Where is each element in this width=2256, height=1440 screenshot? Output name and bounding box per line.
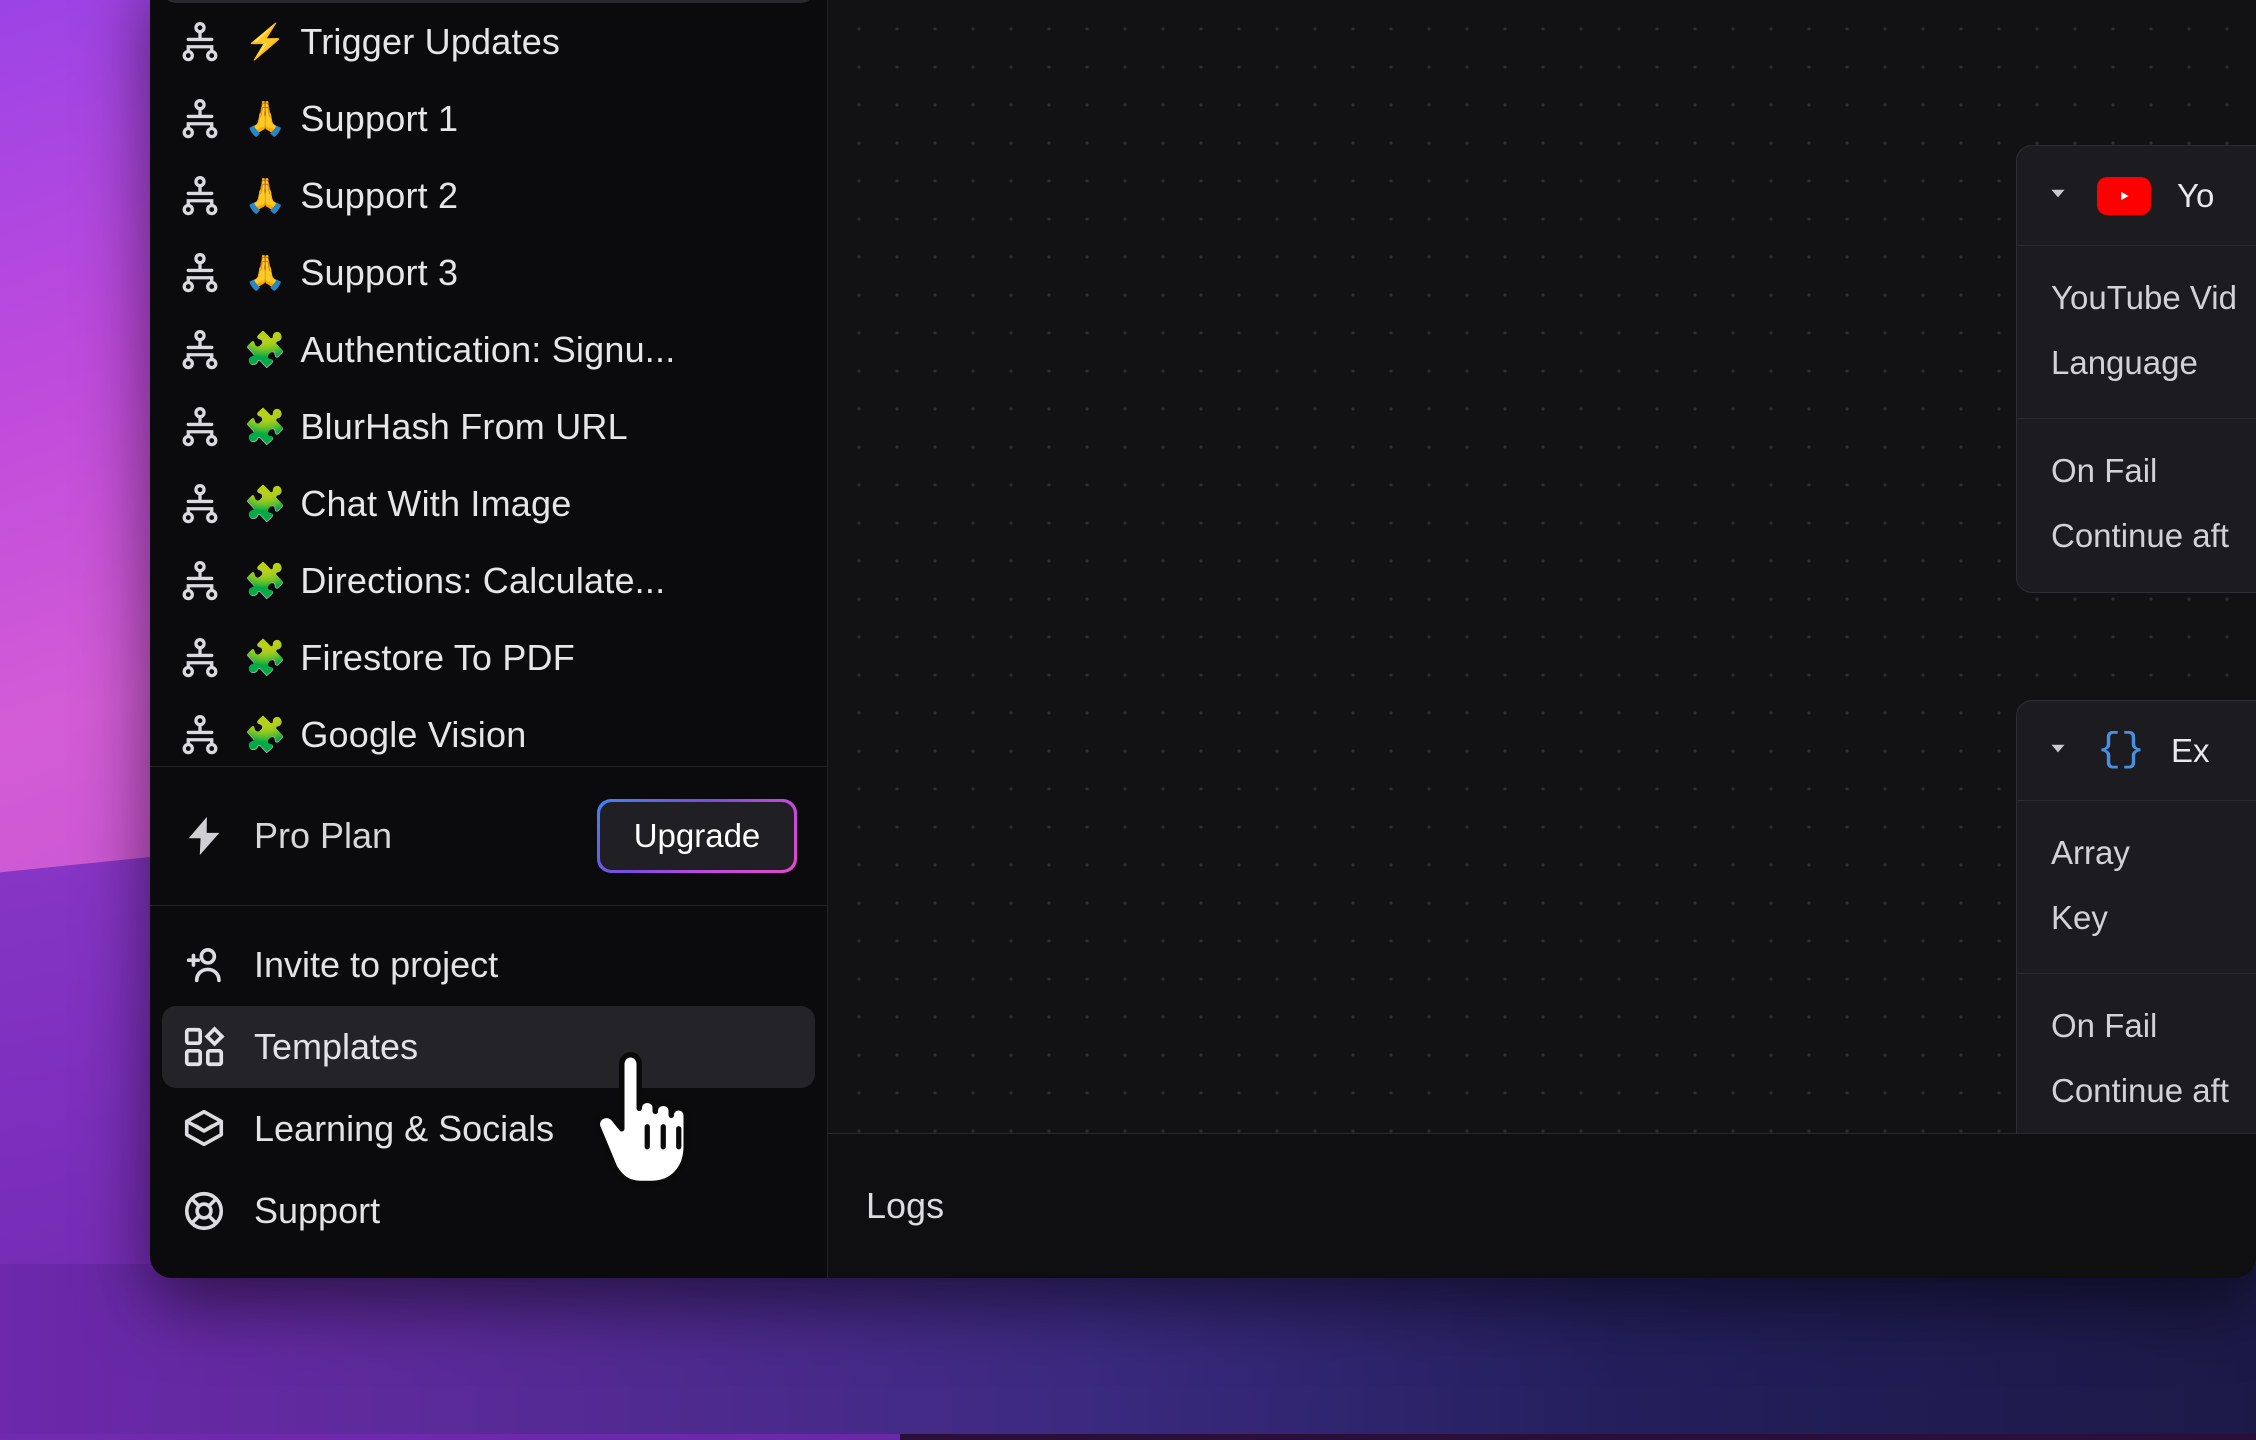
workflow-item-label: BlurHash From URL [300,406,627,448]
sidebar-item-label: Learning & Socials [254,1108,554,1150]
canvas-area: On Fail Continue aft Yo YouTube Vid Lan [828,0,2256,1278]
node-row: YouTube Vid [2051,272,2256,323]
sidebar-item-support[interactable]: Support [162,1170,815,1252]
node-row: Key [2051,892,2256,943]
sidebar-item-label: Templates [254,1026,418,1068]
workflow-emoji-icon: 🙏 [244,256,286,290]
workflow-node-icon [178,713,222,757]
workflow-item-label: Support 3 [300,252,458,294]
workflow-emoji-icon: 🧩 [244,487,286,521]
node-title: Ex [2171,732,2210,770]
chevron-down-icon[interactable] [2045,735,2071,766]
logs-bar[interactable]: Logs [828,1133,2256,1278]
workflow-item-label: Trigger Updates [300,21,560,63]
workflow-node-icon [178,328,222,372]
workflow-item-label: Directions: Calculate... [300,560,665,602]
sidebar-item-label: Invite to project [254,944,498,986]
node-header[interactable]: Yo [2017,146,2256,246]
workflow-emoji-icon: 🙏 [244,102,286,136]
workflow-list-item[interactable]: 🧩 Directions: Calculate... [162,542,815,619]
workflow-item-label: Google Vision [300,714,526,756]
templates-grid-icon [180,1023,228,1071]
workflow-node-icon [178,251,222,295]
workflow-item-label: Firestore To PDF [300,637,575,679]
sidebar-item-templates[interactable]: Templates [162,1006,815,1088]
curly-braces-icon: {} [2097,728,2145,773]
node-row: Language [2051,337,2256,388]
workflow-node-icon [178,20,222,64]
workflow-node-icon [178,405,222,449]
workflow-list-item[interactable]: 🧩 Firestore To PDF [162,619,815,696]
sidebar-item-invite-to-project[interactable]: Invite to project [162,924,815,1006]
workflow-emoji-icon: 🧩 [244,564,286,598]
workflow-node-icon [178,97,222,141]
workflow-node-card-youtube[interactable]: Yo YouTube Vid Language On Fail Continue… [2016,145,2256,593]
workflow-item-label: Authentication: Signu... [300,329,675,371]
sidebar-item-learning-and-socials[interactable]: Learning & Socials [162,1088,815,1170]
node-row: On Fail [2051,445,2256,496]
workflow-emoji-icon: 🧩 [244,333,286,367]
app-window: YouTube Video Blog Gener...⚡Trigger Upda… [150,0,2256,1278]
youtube-icon [2097,177,2151,215]
workflow-list-item[interactable]: 🙏 Support 1 [162,80,815,157]
workflow-emoji-icon: ⚡ [244,25,286,59]
workflow-item-label: Chat With Image [300,483,571,525]
node-section: Array Key [2017,801,2256,974]
workflow-canvas[interactable]: On Fail Continue aft Yo YouTube Vid Lan [828,0,2256,1133]
workflow-emoji-icon: 🧩 [244,718,286,752]
plan-row: Pro Plan Upgrade [150,767,827,905]
workflow-list-item[interactable]: 🙏 Support 3 [162,234,815,311]
workflow-list-item[interactable]: ⚡ Trigger Updates [162,3,815,80]
sidebar-bottom-nav: Invite to project Templates [150,906,827,1278]
node-row: On Fail [2051,1000,2256,1051]
sidebar-item-label: Support [254,1190,380,1232]
workflow-node-icon [178,636,222,680]
workflow-list-item[interactable]: 🙏 Support 2 [162,157,815,234]
plan-label: Pro Plan [254,815,571,857]
lightning-bolt-icon [180,812,228,860]
workflow-emoji-icon: 🙏 [244,179,286,213]
workflow-list[interactable]: YouTube Video Blog Gener...⚡Trigger Upda… [150,0,827,766]
workflow-node-icon [178,174,222,218]
upgrade-button[interactable]: Upgrade [597,799,797,873]
workflow-emoji-icon: 🧩 [244,641,286,675]
node-row: Continue aft [2051,1065,2256,1116]
node-header[interactable]: {} Ex [2017,701,2256,801]
node-section: On Fail Continue aft [2017,419,2256,591]
logs-label: Logs [866,1185,944,1227]
upgrade-button-label: Upgrade [600,802,794,870]
workflow-list-item[interactable]: 🧩 BlurHash From URL [162,388,815,465]
workflow-item-label: Support 2 [300,175,458,217]
node-section: YouTube Vid Language [2017,246,2256,419]
node-section: On Fail Continue aft [2017,974,2256,1133]
workflow-node-icon [178,482,222,526]
graduation-cap-icon [180,1105,228,1153]
lifebuoy-icon [180,1187,228,1235]
chevron-down-icon[interactable] [2045,180,2071,211]
workflow-node-icon [178,559,222,603]
workflow-emoji-icon: 🧩 [244,410,286,444]
node-row: Continue aft [2051,510,2256,561]
workflow-item-label: Support 1 [300,98,458,140]
sidebar: YouTube Video Blog Gener...⚡Trigger Upda… [150,0,828,1278]
add-user-icon [180,941,228,989]
node-title: Yo [2177,177,2214,215]
wallpaper-bottom-strip [0,1264,2256,1434]
workflow-list-item[interactable]: 🧩 Google Vision [162,696,815,766]
node-row: Array [2051,827,2256,878]
workflow-list-item[interactable]: 🧩 Chat With Image [162,465,815,542]
workflow-node-card-expression[interactable]: {} Ex Array Key On Fail Continue aft [2016,700,2256,1133]
workflow-list-item[interactable]: 🧩 Authentication: Signu... [162,311,815,388]
